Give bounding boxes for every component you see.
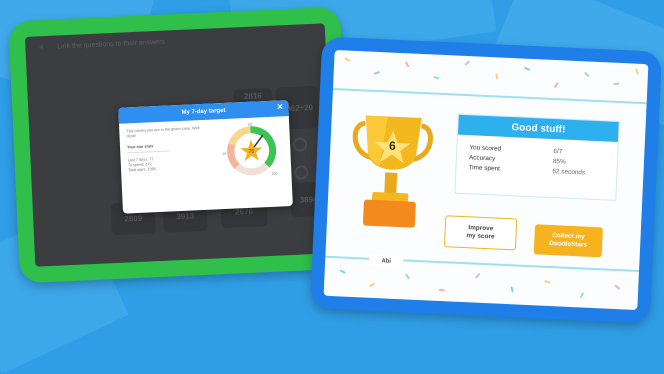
name-plate: Abi (368, 253, 404, 269)
stat-label: To spend: (127, 162, 145, 168)
left-tablet: 4 Link the questions to their answers 79… (8, 6, 352, 284)
collect-line1: Collect my (552, 232, 585, 241)
link-dot[interactable] (294, 165, 309, 180)
stat-value: 2395 (147, 167, 157, 172)
modal-subtitle: This means you are in the green zone. We… (126, 126, 200, 139)
score-label: Time spent (468, 164, 501, 173)
gauge-label-top: 50 (248, 123, 252, 127)
right-tablet-screen: 6 Abi Good stuff! You scored 6/7 Accurac… (323, 50, 649, 310)
question-header: 4 Link the questions to their answers (39, 39, 165, 52)
improve-line2: my score (466, 232, 495, 241)
score-panel: Good stuff! You scored 6/7 Accuracy 85% … (454, 113, 620, 201)
left-tablet-screen: 4 Link the questions to their answers 79… (24, 23, 336, 267)
trophy: 6 Abi (347, 101, 437, 269)
improve-line1: Improve (468, 224, 494, 233)
gauge-value: 75 (248, 149, 254, 155)
close-icon[interactable]: ✕ (276, 102, 283, 111)
link-dot[interactable] (292, 137, 308, 152)
question-number: 4 (39, 44, 44, 52)
improve-score-button[interactable]: Improve my score (443, 215, 518, 251)
collect-doodlestars-button[interactable]: Collect my DoodleStars (533, 224, 603, 258)
gauge-label-left: 25 (222, 152, 226, 156)
trophy-icon (352, 115, 433, 228)
stats-title: Your star stats (126, 143, 170, 154)
modal-body: This means you are in the green zone. We… (119, 116, 291, 180)
modal-title: My 7-day target (181, 107, 226, 116)
stat-value: 77 (149, 157, 154, 162)
gauge-label-bottom: 100 (271, 172, 277, 176)
confetti-top (333, 50, 648, 100)
trophy-number: 6 (388, 138, 397, 153)
stat-label: Total stars: (128, 167, 147, 173)
question-text: Link the questions to their answers (57, 38, 166, 51)
gauge-red-arc (227, 143, 240, 169)
collect-line2: DoodleStars (549, 239, 588, 249)
target-gauge: 75 50 25 100 (222, 123, 277, 176)
score-value: 62 seconds (552, 168, 586, 177)
score-title: Good stuff! (458, 114, 619, 142)
right-tablet: 6 Abi Good stuff! You scored 6/7 Accurac… (310, 36, 662, 324)
target-modal: My 7-day target ✕ This means you are in … (118, 100, 293, 214)
gauge-yellow-arc (228, 126, 251, 146)
stat-value: 372 (145, 162, 152, 167)
